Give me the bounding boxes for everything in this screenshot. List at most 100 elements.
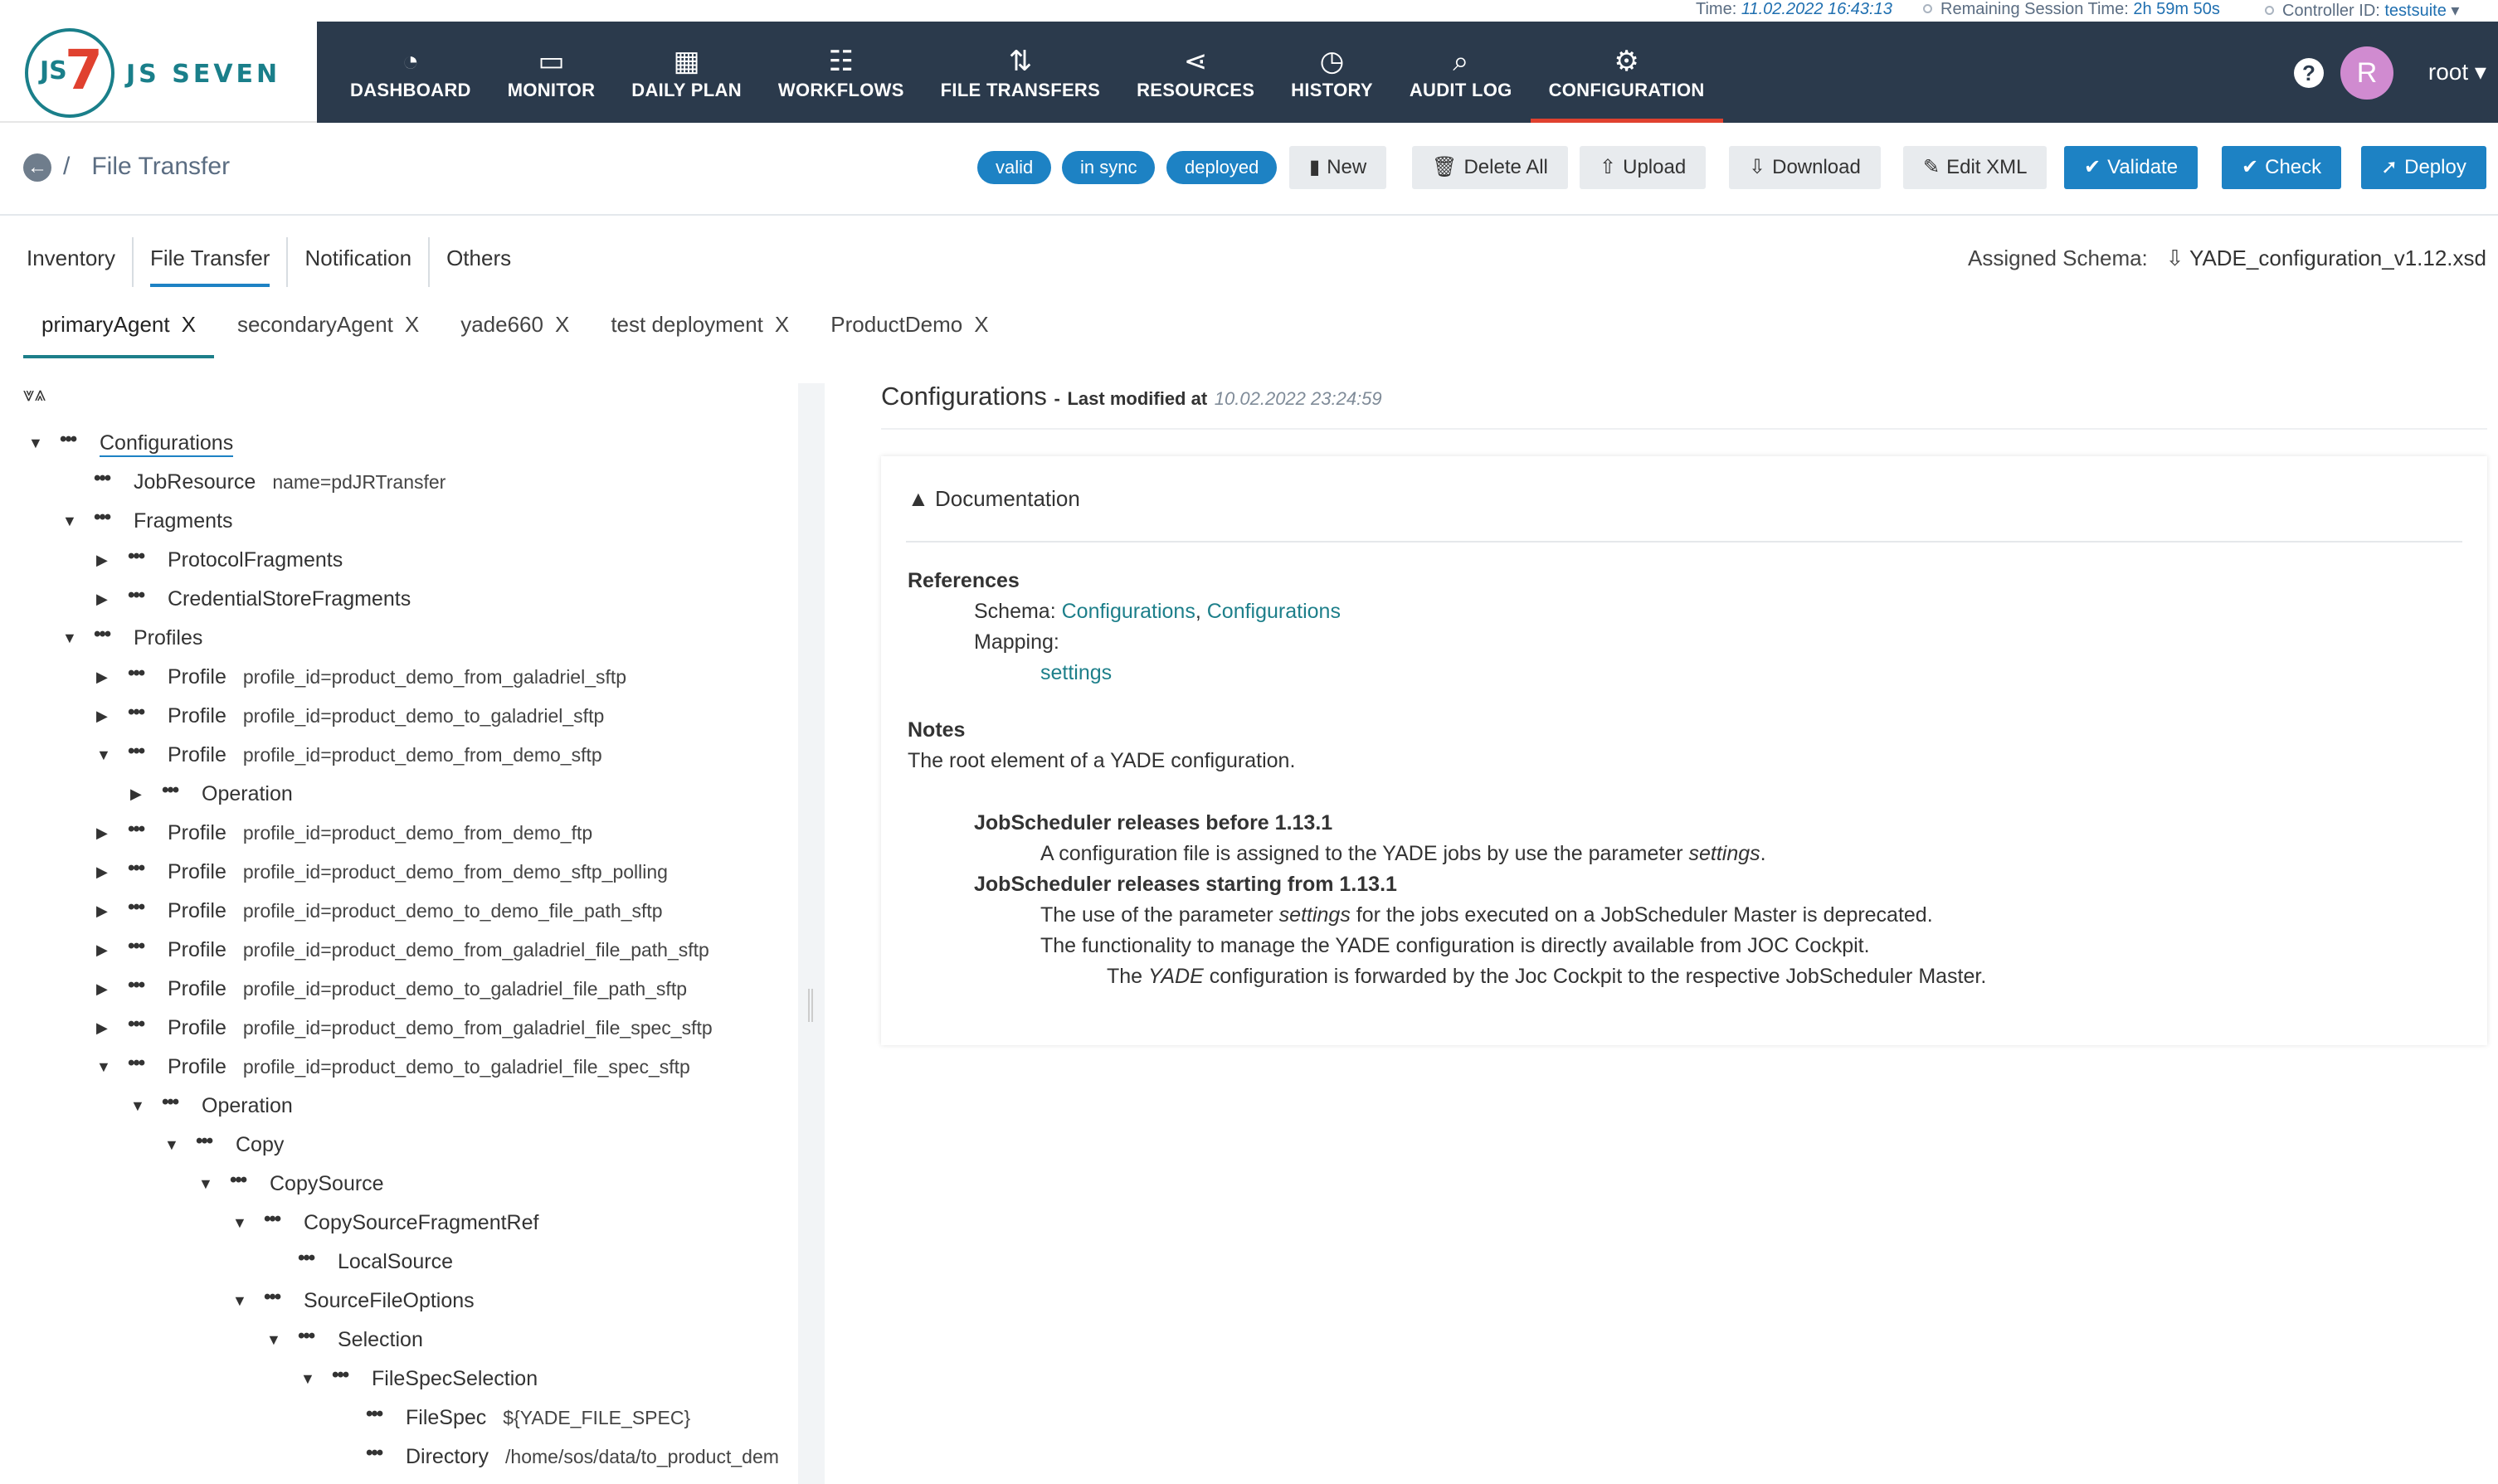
tree-node-label[interactable]: Profile profile_id=product_demo_from_demo… (168, 860, 668, 884)
tree-node[interactable]: ▶ ••• Profile profile_id=product_demo_from_… (23, 933, 820, 972)
tree-node-label[interactable]: Profile profile_id=product_demo_to_demo_f… (168, 899, 663, 923)
tree-node-label[interactable]: Profile profile_id=product_demo_from_demo… (168, 743, 602, 767)
tree-node-label[interactable]: ProtocolFragments (168, 548, 343, 572)
schema-file-link[interactable]: YADE_configuration_v1.12.xsd (2189, 246, 2486, 270)
tree-node[interactable]: ▶ ••• Profile profile_id=product_demo_to_ga… (23, 972, 820, 1011)
object-tab-product-demo[interactable]: ProductDemo X (812, 300, 1006, 358)
node-menu-icon[interactable]: ••• (264, 1286, 281, 1309)
close-icon[interactable]: X (555, 312, 569, 337)
close-icon[interactable]: X (182, 312, 196, 337)
tab-file-transfer[interactable]: File Transfer (134, 237, 289, 287)
nav-audit-log[interactable]: ⌕ AUDIT LOG (1391, 22, 1531, 123)
node-menu-icon[interactable]: ••• (128, 1052, 145, 1075)
tree-node[interactable]: ▼ ••• Profiles (23, 621, 820, 660)
caret-down-icon[interactable]: ▼ (130, 1097, 147, 1115)
download-icon[interactable]: ⇩ (2165, 246, 2184, 270)
tree-node-label[interactable]: FileSpec ${YADE_FILE_SPEC} (406, 1406, 690, 1430)
deploy-button[interactable]: ➚ Deploy (2361, 146, 2486, 189)
caret-down-icon[interactable]: ▼ (96, 747, 113, 764)
node-menu-icon[interactable]: ••• (94, 506, 111, 529)
help-icon[interactable]: ? (2294, 58, 2324, 88)
caret-down-icon[interactable]: ▼ (232, 1292, 249, 1310)
node-menu-icon[interactable]: ••• (128, 935, 145, 958)
tree-node[interactable]: ▶ ••• ProtocolFragments (23, 543, 820, 582)
node-menu-icon[interactable]: ••• (230, 1169, 247, 1192)
node-menu-icon[interactable]: ••• (366, 1403, 383, 1426)
delete-all-button[interactable]: 🗑 Delete All (1412, 146, 1568, 189)
nav-dashboard[interactable]: ◔ DASHBOARD (332, 22, 489, 123)
expand-all-icon[interactable]: ⩔ (23, 383, 35, 406)
validate-button[interactable]: ✔ Validate (2064, 146, 2199, 189)
node-menu-icon[interactable]: ••• (94, 467, 111, 490)
node-menu-icon[interactable]: ••• (128, 1013, 145, 1036)
tree-node-label[interactable]: Fragments (134, 509, 232, 533)
status-controller[interactable]: Controller ID: testsuite ▾ (2265, 0, 2459, 21)
tree-node-label[interactable]: Profile profile_id=product_demo_from_gala… (168, 938, 709, 962)
tree-node[interactable]: ▼ ••• Configurations (23, 426, 820, 465)
node-menu-icon[interactable]: ••• (128, 896, 145, 919)
close-icon[interactable]: X (974, 312, 988, 337)
tree-node-label[interactable]: SourceFileOptions (304, 1289, 475, 1313)
tree-node[interactable]: ▼ ••• SourceFileOptions (23, 1284, 820, 1323)
node-menu-icon[interactable]: ••• (128, 974, 145, 997)
tree-node[interactable]: ▼ ••• Selection (23, 1323, 820, 1362)
caret-right-icon[interactable]: ▶ (96, 903, 113, 920)
tree-node[interactable]: ▼ ••• Profile profile_id=product_demo_from_… (23, 738, 820, 777)
caret-right-icon[interactable]: ▶ (96, 941, 113, 959)
caret-right-icon[interactable]: ▶ (96, 825, 113, 842)
edit-xml-button[interactable]: ✎ Edit XML (1903, 146, 2048, 189)
upload-button[interactable]: ⇧ Upload (1580, 146, 1707, 189)
close-icon[interactable]: X (405, 312, 419, 337)
caret-down-icon[interactable]: ▼ (28, 435, 45, 452)
check-button[interactable]: ✔ Check (2222, 146, 2342, 189)
tree-node[interactable]: ▶ ••• Profile profile_id=product_demo_from_… (23, 1011, 820, 1050)
tree-node[interactable]: ▶ ••• Profile profile_id=product_demo_from_… (23, 855, 820, 894)
caret-right-icon[interactable]: ▶ (96, 864, 113, 881)
tab-inventory[interactable]: Inventory (27, 237, 134, 287)
node-menu-icon[interactable]: ••• (298, 1247, 315, 1270)
tree-node[interactable]: ▶ ••• Profile profile_id=product_demo_to_de… (23, 894, 820, 933)
nav-resources[interactable]: ⋖ RESOURCES (1118, 22, 1273, 123)
nav-workflows[interactable]: ☷ WORKFLOWS (760, 22, 923, 123)
tab-others[interactable]: Others (430, 237, 528, 287)
panel-splitter[interactable] (798, 383, 825, 1484)
mapping-link-settings[interactable]: settings (1040, 661, 1112, 684)
nav-configuration[interactable]: ⚙ CONFIGURATION (1530, 22, 1723, 123)
tree-node[interactable]: ▶ ••• Profile profile_id=product_demo_from_… (23, 660, 820, 699)
node-menu-icon[interactable]: ••• (128, 740, 145, 763)
caret-right-icon[interactable]: ▶ (96, 980, 113, 998)
tree-node[interactable]: ▶ ••• Profile profile_id=product_demo_to_ga… (23, 699, 820, 738)
node-menu-icon[interactable]: ••• (128, 857, 145, 880)
nav-history[interactable]: ◷ HISTORY (1273, 22, 1391, 123)
caret-right-icon[interactable]: ▶ (130, 786, 147, 803)
tree-node-label[interactable]: LocalSource (338, 1250, 453, 1274)
tree-node-label[interactable]: Profile profile_id=product_demo_to_galadr… (168, 704, 604, 728)
object-tab-secondary-agent[interactable]: secondaryAgent X (219, 300, 437, 358)
tree-node-label[interactable]: JobResource name=pdJRTransfer (134, 470, 446, 494)
node-menu-icon[interactable]: ••• (94, 623, 111, 646)
documentation-toggle[interactable]: ▲ Documentation (908, 486, 1080, 512)
caret-down-icon[interactable]: ▼ (232, 1214, 249, 1232)
nav-daily-plan[interactable]: ▦ DAILY PLAN (613, 22, 760, 123)
new-button[interactable]: ▮ New (1289, 146, 1387, 189)
node-menu-icon[interactable]: ••• (162, 779, 179, 802)
node-menu-icon[interactable]: ••• (60, 428, 77, 451)
tab-notification[interactable]: Notification (288, 237, 431, 287)
tree-node-label[interactable]: CopySource (270, 1172, 384, 1196)
user-menu[interactable]: root ▾ (2428, 58, 2486, 85)
tree-node-label[interactable]: Selection (338, 1328, 423, 1352)
tree-node[interactable]: ▼ ••• CopySource (23, 1167, 820, 1206)
node-menu-icon[interactable]: ••• (128, 584, 145, 607)
caret-right-icon[interactable]: ▶ (96, 669, 113, 686)
nav-file-transfers[interactable]: ⇅ FILE TRANSFERS (923, 22, 1118, 123)
object-tab-primary-agent[interactable]: primaryAgent X (23, 300, 214, 358)
splitter-grip-icon[interactable] (808, 989, 813, 1022)
tree-node-label[interactable]: Operation (202, 782, 293, 806)
node-menu-icon[interactable]: ••• (162, 1091, 179, 1114)
tree-node[interactable]: ▼ ••• FileSpecSelection (23, 1362, 820, 1401)
tree-node[interactable]: ▼ ••• Copy (23, 1128, 820, 1167)
caret-down-icon[interactable]: ▼ (96, 1058, 113, 1076)
node-menu-icon[interactable]: ••• (264, 1208, 281, 1231)
node-menu-icon[interactable]: ••• (128, 818, 145, 841)
tree-node[interactable]: ▶ ••• CredentialStoreFragments (23, 582, 820, 621)
